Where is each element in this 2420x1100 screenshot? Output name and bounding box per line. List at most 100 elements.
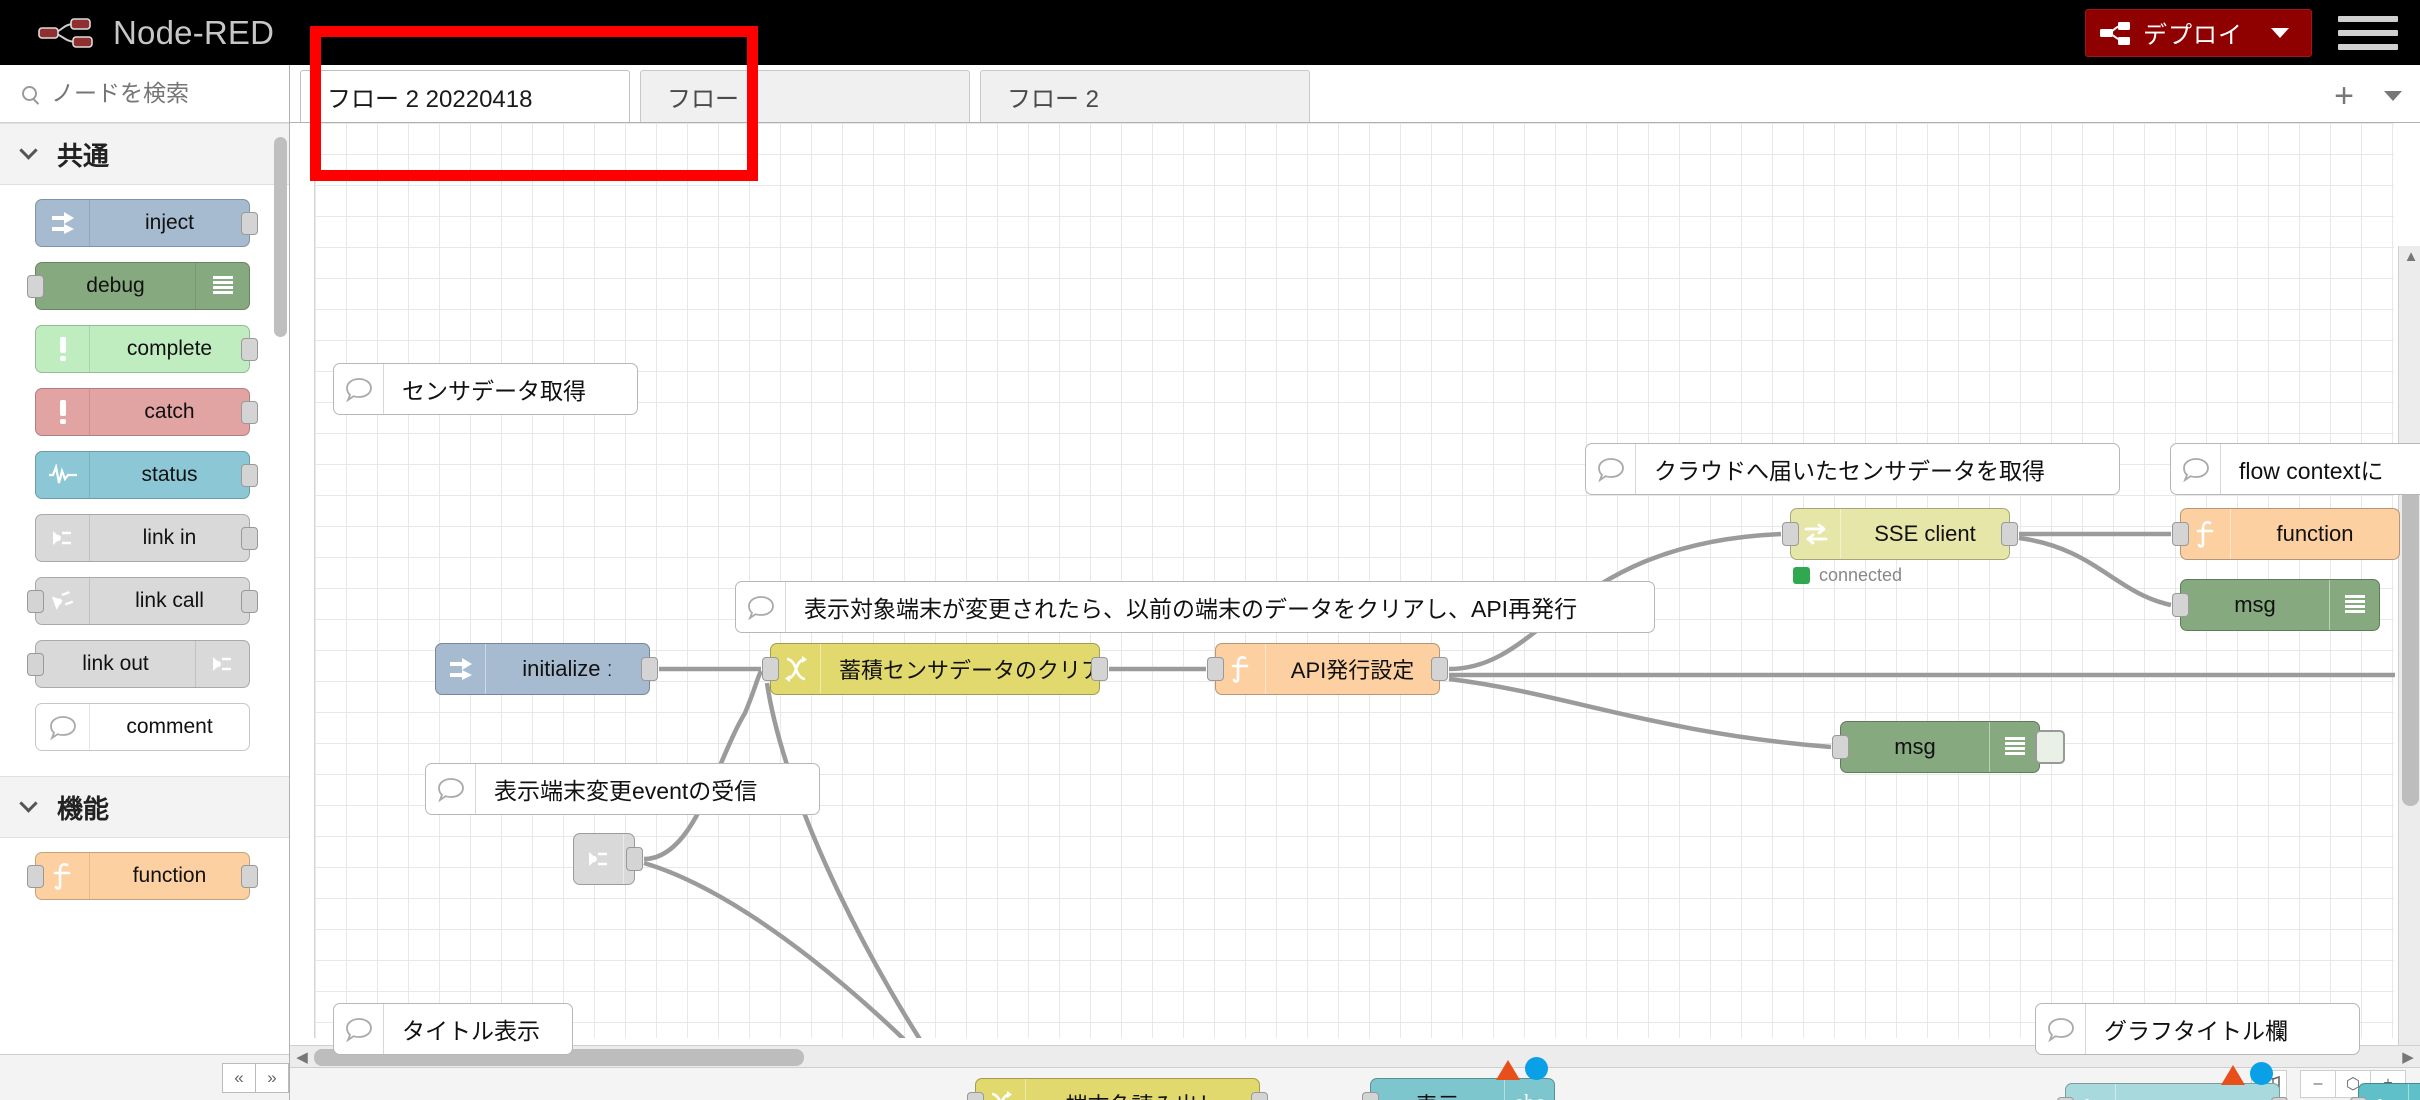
palette-node-function[interactable]: function: [27, 852, 258, 900]
flow-tab-active[interactable]: フロー 2 20220418: [300, 70, 630, 122]
flow-node-label: c0.title: [2116, 1096, 2279, 1100]
node-output-port[interactable]: [626, 847, 643, 871]
scroll-left-icon[interactable]: ◀: [294, 1050, 310, 1066]
palette-search[interactable]: [0, 65, 289, 123]
flow-node-inject[interactable]: initialize ː: [435, 643, 658, 695]
flow-node-ui_text[interactable]: 表示abc: [1362, 1057, 1555, 1100]
node-output-port[interactable]: [241, 212, 258, 235]
palette-node-label: comment: [126, 715, 213, 738]
vertical-scroll-thumb[interactable]: [2402, 476, 2419, 806]
flow-node-change[interactable]: 端末名読み出し: [967, 1078, 1268, 1100]
node-output-port[interactable]: [241, 401, 258, 424]
node-output-port[interactable]: [241, 527, 258, 550]
node-input-port[interactable]: [967, 1092, 984, 1100]
expand-all-icon[interactable]: »: [255, 1062, 289, 1093]
flow-node-ui_text[interactable]: abc: [2350, 1083, 2420, 1100]
flow-tab[interactable]: フロー 2: [980, 70, 1310, 122]
flow-node-sse[interactable]: SSE client connected: [1782, 508, 2018, 585]
debug-enable-toggle[interactable]: [2035, 730, 2065, 764]
palette-scrollbar[interactable]: [274, 137, 287, 337]
search-input[interactable]: [51, 80, 271, 107]
node-input-port[interactable]: [27, 653, 44, 676]
ui-node-markers: [1496, 1057, 1548, 1080]
node-output-port[interactable]: [241, 865, 258, 888]
scroll-right-icon[interactable]: ▶: [2400, 1050, 2416, 1066]
exclamation-icon: [36, 326, 90, 372]
comment-bubble-icon: [2036, 1004, 2086, 1054]
zoom-out-icon[interactable]: –: [2300, 1070, 2336, 1098]
flow-node-comment[interactable]: 表示対象端末が変更されたら、以前の端末のデータをクリアし、API再発行: [735, 581, 1655, 633]
node-output-port[interactable]: [241, 590, 258, 613]
palette-node-link-call[interactable]: link call: [27, 577, 258, 625]
add-flow-icon[interactable]: +: [2334, 79, 2354, 113]
node-output-port[interactable]: [2001, 522, 2018, 546]
flow-workspace[interactable]: センサデータ取得表示対象端末が変更されたら、以前の端末のデータをクリアし、API…: [290, 123, 2420, 1100]
palette-node-label: complete: [126, 337, 213, 360]
flow-node-comment[interactable]: グラフタイトル欄: [2035, 1003, 2360, 1055]
chevron-down-icon[interactable]: [2271, 27, 2289, 38]
flow-node-comment[interactable]: 表示端末変更eventの受信: [425, 763, 820, 815]
flow-node-function[interactable]: function: [2172, 508, 2400, 560]
palette-node-list: inject debug complete catch status link in lin…: [0, 185, 289, 776]
flow-tab-bar: フロー 2 20220418 フロー 1 フロー 2 +: [290, 65, 2420, 123]
flow-tab[interactable]: フロー 1: [640, 70, 970, 122]
node-input-port[interactable]: [27, 865, 44, 888]
canvas-vertical-scrollbar[interactable]: ▲ ▼: [2398, 246, 2420, 1100]
hamburger-menu-icon[interactable]: [2338, 15, 2398, 50]
node-input-port[interactable]: [1362, 1092, 1379, 1100]
flow-canvas[interactable]: センサデータ取得表示対象端末が変更されたら、以前の端末のデータをクリアし、API…: [314, 123, 2420, 1100]
node-output-port[interactable]: [641, 657, 658, 681]
palette-node-status[interactable]: status: [35, 451, 258, 499]
collapse-all-icon[interactable]: «: [222, 1062, 256, 1093]
node-input-port[interactable]: [762, 657, 779, 681]
palette-node-label: inject: [144, 211, 195, 234]
flow-node-debug[interactable]: msg: [2172, 579, 2380, 631]
palette-node-debug[interactable]: debug: [27, 262, 250, 310]
palette-node-label: link in: [142, 526, 197, 549]
node-input-port[interactable]: [27, 590, 44, 613]
scroll-up-icon[interactable]: ▲: [2403, 249, 2419, 265]
node-output-port[interactable]: [241, 338, 258, 361]
node-input-port[interactable]: [2172, 593, 2189, 617]
node-input-port[interactable]: [1832, 735, 1849, 759]
flow-node-label: センサデータ取得: [402, 378, 586, 404]
node-output-port[interactable]: [1091, 657, 1108, 681]
palette-node-label: link call: [135, 589, 204, 612]
ui-group-circle-icon: [1525, 1057, 1548, 1080]
palette-node-link-out[interactable]: link out: [27, 640, 250, 688]
palette-category-common[interactable]: 共通: [0, 123, 289, 185]
flow-node-label: 端末名読み出し: [1026, 1088, 1259, 1100]
flow-node-comment[interactable]: flow contextに: [2170, 443, 2420, 495]
chevron-down-icon[interactable]: [2384, 91, 2402, 101]
node-input-port[interactable]: [27, 275, 44, 298]
flow-node-comment[interactable]: センサデータ取得: [333, 363, 638, 415]
flow-node-ui_text[interactable]: abcc0.title: [2057, 1062, 2288, 1100]
flow-node-comment[interactable]: タイトル表示: [333, 1003, 573, 1055]
flow-node-linkin[interactable]: [573, 833, 643, 885]
flow-node-comment[interactable]: クラウドへ届いたセンサデータを取得: [1585, 443, 2120, 495]
palette-node-comment[interactable]: comment: [35, 703, 250, 751]
node-output-port[interactable]: [241, 464, 258, 487]
palette-node-link-in[interactable]: link in: [35, 514, 258, 562]
flow-node-function[interactable]: API発行設定: [1207, 643, 1448, 695]
palette-node-complete[interactable]: complete: [35, 325, 258, 373]
debug-list-icon: [2329, 580, 2379, 630]
node-input-port[interactable]: [1782, 522, 1799, 546]
palette-node-inject[interactable]: inject: [35, 199, 258, 247]
status-dot-icon: [1793, 567, 1810, 584]
node-output-port[interactable]: [1431, 657, 1448, 681]
palette-node-label: link out: [82, 652, 149, 675]
node-input-port[interactable]: [1207, 657, 1224, 681]
flow-node-label: msg: [1894, 734, 1936, 759]
node-status-label: connected: [1819, 565, 1903, 585]
flow-node-label: initialize ː: [522, 656, 613, 681]
palette-node-catch[interactable]: catch: [35, 388, 258, 436]
deploy-button[interactable]: デプロイ: [2085, 8, 2312, 57]
flow-node-change[interactable]: 蓄積センサデータのクリア: [762, 643, 1108, 695]
node-input-port[interactable]: [2172, 522, 2189, 546]
palette-category-function[interactable]: 機能: [0, 776, 289, 838]
abc-text-icon: abc: [2359, 1084, 2409, 1100]
node-output-port[interactable]: [1251, 1092, 1268, 1100]
flow-node-debug[interactable]: msg: [1832, 721, 2065, 773]
deploy-nodes-icon: [2100, 20, 2130, 46]
